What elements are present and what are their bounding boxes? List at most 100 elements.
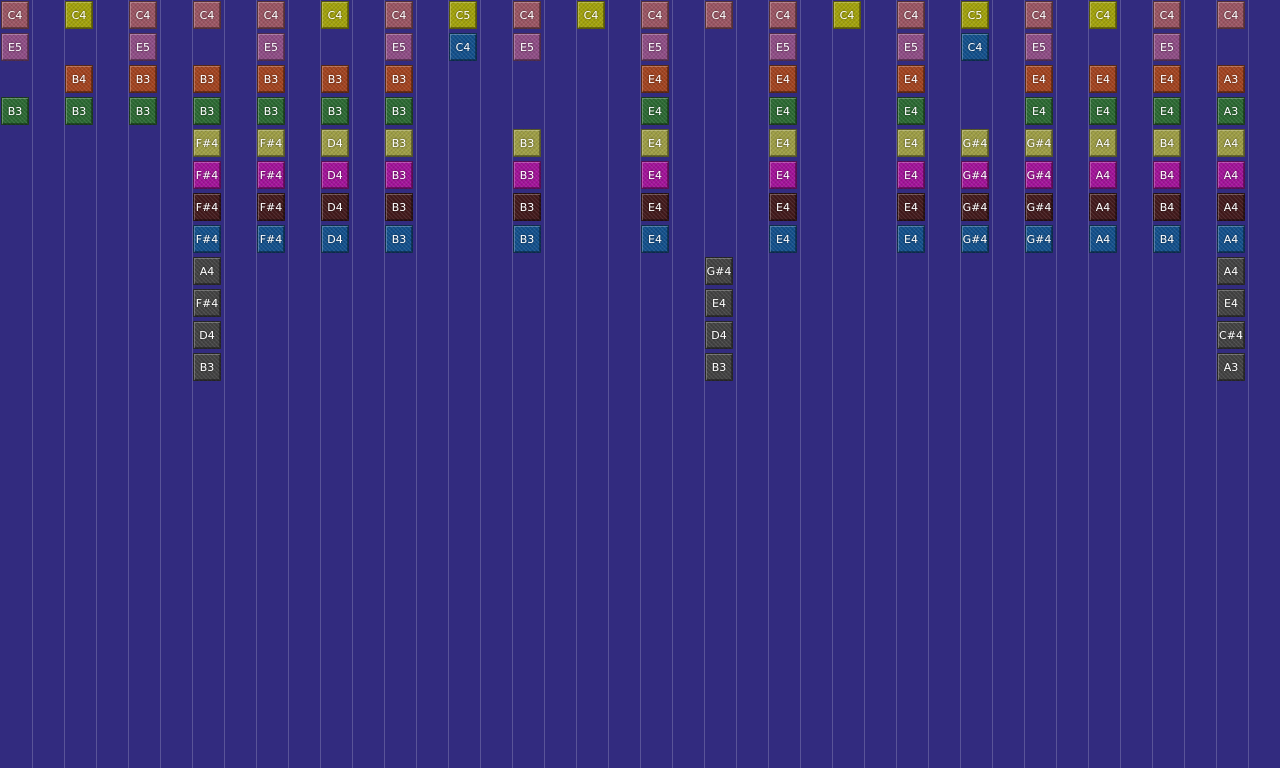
note-tile[interactable]: C4 — [321, 1, 349, 29]
note-tile[interactable]: C4 — [193, 1, 221, 29]
note-tile[interactable]: A4 — [1217, 161, 1245, 189]
note-tile[interactable]: B3 — [513, 193, 541, 221]
note-tile[interactable]: A3 — [1217, 353, 1245, 381]
note-tile[interactable]: E4 — [769, 65, 797, 93]
note-tile[interactable]: D4 — [193, 321, 221, 349]
note-tile[interactable]: A4 — [1217, 129, 1245, 157]
note-tile[interactable]: G#4 — [961, 225, 989, 253]
note-tile[interactable]: E4 — [769, 161, 797, 189]
note-tile[interactable]: E4 — [1089, 97, 1117, 125]
note-tile[interactable]: D4 — [321, 225, 349, 253]
note-tile[interactable]: E4 — [641, 161, 669, 189]
note-tile[interactable]: G#4 — [1025, 129, 1053, 157]
note-tile[interactable]: G#4 — [1025, 225, 1053, 253]
note-tile[interactable]: E4 — [1025, 65, 1053, 93]
note-tile[interactable]: B4 — [1153, 161, 1181, 189]
note-tile[interactable]: E5 — [257, 33, 285, 61]
note-tile[interactable]: C4 — [1217, 1, 1245, 29]
note-tile[interactable]: A4 — [1089, 161, 1117, 189]
note-tile[interactable]: E5 — [513, 33, 541, 61]
note-tile[interactable]: B3 — [65, 97, 93, 125]
note-tile[interactable]: E4 — [769, 97, 797, 125]
note-tile[interactable]: C4 — [833, 1, 861, 29]
note-tile[interactable]: B4 — [1153, 225, 1181, 253]
note-tile[interactable]: F#4 — [257, 161, 285, 189]
note-tile[interactable]: E4 — [641, 97, 669, 125]
note-tile[interactable]: E4 — [641, 225, 669, 253]
note-tile[interactable]: E5 — [1025, 33, 1053, 61]
note-tile[interactable]: E4 — [641, 129, 669, 157]
note-tile[interactable]: C5 — [449, 1, 477, 29]
note-tile[interactable]: F#4 — [193, 193, 221, 221]
note-tile[interactable]: C4 — [513, 1, 541, 29]
note-tile[interactable]: E4 — [769, 193, 797, 221]
note-tile[interactable]: B3 — [385, 193, 413, 221]
note-tile[interactable]: A4 — [1217, 193, 1245, 221]
note-tile[interactable]: B3 — [513, 129, 541, 157]
note-tile[interactable]: A4 — [1217, 225, 1245, 253]
note-tile[interactable]: G#4 — [1025, 161, 1053, 189]
note-tile[interactable]: E4 — [769, 225, 797, 253]
note-tile[interactable]: E4 — [897, 129, 925, 157]
note-tile[interactable]: E4 — [641, 65, 669, 93]
note-tile[interactable]: A3 — [1217, 65, 1245, 93]
note-tile[interactable]: E4 — [705, 289, 733, 317]
note-tile[interactable]: B4 — [1153, 129, 1181, 157]
note-tile[interactable]: A4 — [1089, 225, 1117, 253]
note-tile[interactable]: E5 — [1153, 33, 1181, 61]
note-tile[interactable]: C4 — [65, 1, 93, 29]
note-tile[interactable]: B3 — [385, 225, 413, 253]
note-tile[interactable]: F#4 — [193, 225, 221, 253]
note-tile[interactable]: B3 — [193, 65, 221, 93]
note-tile[interactable]: C4 — [705, 1, 733, 29]
note-tile[interactable]: A4 — [1089, 129, 1117, 157]
note-tile[interactable]: B3 — [193, 353, 221, 381]
note-tile[interactable]: E4 — [1089, 65, 1117, 93]
note-tile[interactable]: F#4 — [193, 289, 221, 317]
note-tile[interactable]: G#4 — [705, 257, 733, 285]
note-tile[interactable]: C4 — [449, 33, 477, 61]
note-tile[interactable]: B3 — [385, 97, 413, 125]
note-tile[interactable]: B3 — [513, 161, 541, 189]
note-tile[interactable]: C4 — [641, 1, 669, 29]
note-tile[interactable]: C5 — [961, 1, 989, 29]
note-tile[interactable]: C4 — [769, 1, 797, 29]
note-tile[interactable]: E5 — [641, 33, 669, 61]
note-tile[interactable]: F#4 — [257, 225, 285, 253]
note-tile[interactable]: E4 — [897, 193, 925, 221]
note-tile[interactable]: E5 — [129, 33, 157, 61]
note-tile[interactable]: B4 — [1153, 193, 1181, 221]
note-tile[interactable]: B3 — [385, 65, 413, 93]
note-tile[interactable]: C4 — [961, 33, 989, 61]
note-tile[interactable]: G#4 — [1025, 193, 1053, 221]
note-tile[interactable]: B4 — [65, 65, 93, 93]
note-tile[interactable]: A4 — [1089, 193, 1117, 221]
note-tile[interactable]: C#4 — [1217, 321, 1245, 349]
note-tile[interactable]: E4 — [897, 65, 925, 93]
note-tile[interactable]: F#4 — [193, 161, 221, 189]
note-tile[interactable]: B3 — [385, 129, 413, 157]
note-tile[interactable]: F#4 — [193, 129, 221, 157]
note-tile[interactable]: A3 — [1217, 97, 1245, 125]
note-tile[interactable]: E4 — [1025, 97, 1053, 125]
note-tile[interactable]: E4 — [1153, 97, 1181, 125]
note-tile[interactable]: D4 — [321, 129, 349, 157]
note-tile[interactable]: C4 — [129, 1, 157, 29]
note-tile[interactable]: B3 — [513, 225, 541, 253]
note-tile[interactable]: E4 — [897, 97, 925, 125]
note-tile[interactable]: B3 — [257, 97, 285, 125]
note-tile[interactable]: B3 — [385, 161, 413, 189]
note-tile[interactable]: B3 — [705, 353, 733, 381]
note-tile[interactable]: C4 — [1089, 1, 1117, 29]
note-tile[interactable]: E4 — [769, 129, 797, 157]
note-tile[interactable]: E4 — [897, 225, 925, 253]
note-tile[interactable]: G#4 — [961, 161, 989, 189]
note-tile[interactable]: B3 — [1, 97, 29, 125]
note-tile[interactable]: B3 — [129, 65, 157, 93]
note-tile[interactable]: G#4 — [961, 129, 989, 157]
note-tile[interactable]: B3 — [193, 97, 221, 125]
note-tile[interactable]: E5 — [769, 33, 797, 61]
note-tile[interactable]: C4 — [385, 1, 413, 29]
note-tile[interactable]: E5 — [385, 33, 413, 61]
note-tile[interactable]: A4 — [193, 257, 221, 285]
